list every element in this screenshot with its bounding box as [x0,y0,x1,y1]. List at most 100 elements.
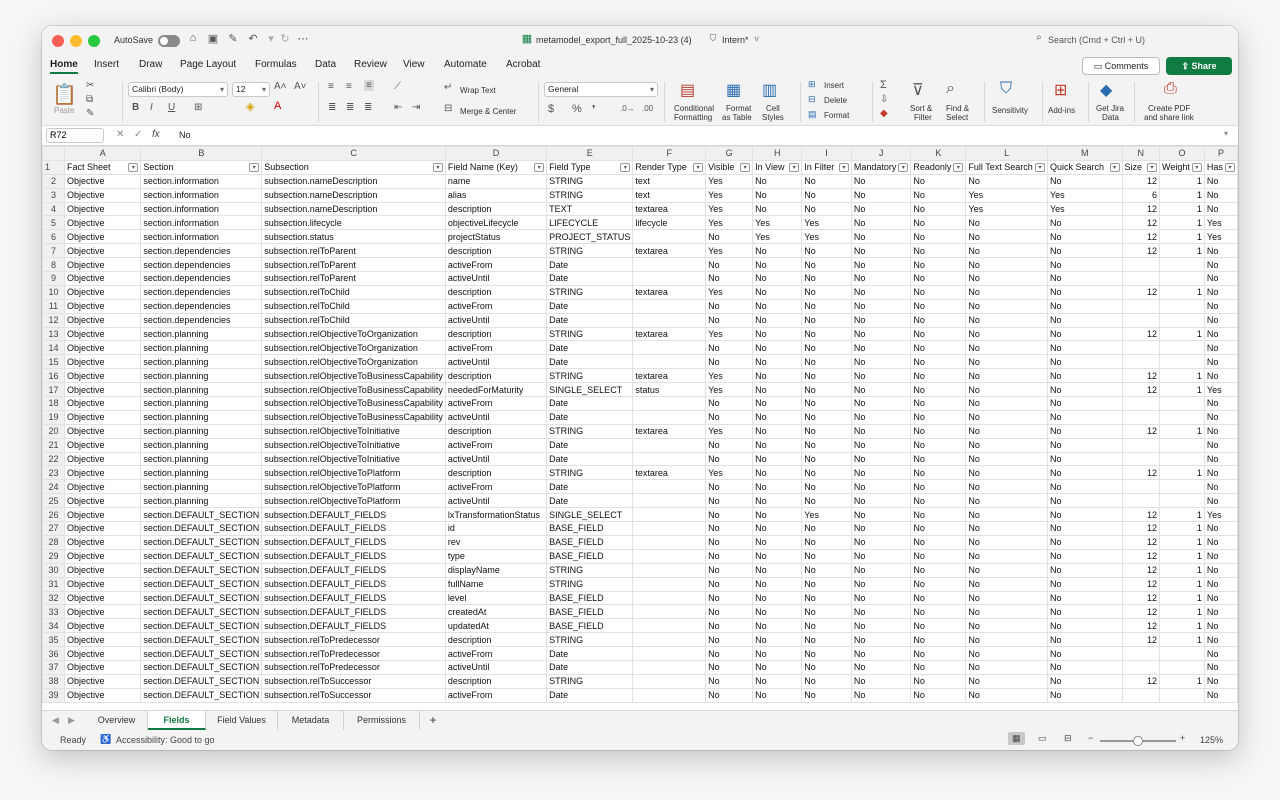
cell[interactable]: No [965,215,1048,231]
header-cell[interactable]: Size ▾ [1121,159,1161,175]
cell[interactable]: 1 [1159,507,1205,523]
cell[interactable] [1159,687,1205,703]
cell[interactable]: activeFrom [444,340,548,356]
row-header[interactable]: 33 [42,604,66,620]
cell[interactable]: textarea [632,465,707,481]
cell[interactable]: Date [546,479,634,495]
cell[interactable]: No [752,312,803,328]
merge-center-button[interactable]: Merge & Center [460,107,516,116]
cell[interactable]: section.planning [140,465,263,481]
cell[interactable]: No [1203,562,1238,578]
accessibility-status[interactable]: Accessibility: Good to go [116,735,215,745]
cell[interactable] [1121,340,1161,356]
cell[interactable] [1121,409,1161,425]
chevron-down-icon[interactable]: ˅ [754,34,759,44]
cell[interactable]: subsection.relObjectiveToPlatform [261,465,446,481]
percent-icon[interactable]: % [572,103,582,115]
conditional-formatting-icon[interactable]: ▤ [680,80,695,100]
cell[interactable] [1159,271,1205,286]
row-header[interactable]: 13 [42,326,66,342]
cell[interactable]: Yes [1203,507,1238,523]
column-header[interactable]: G [705,146,754,161]
undo-icon[interactable]: ↶ [246,32,260,45]
cell[interactable]: No [1046,229,1123,245]
cell[interactable]: No [910,590,967,606]
comma-style-icon[interactable]: ❜ [592,103,596,116]
cell[interactable]: No [910,646,967,661]
cell[interactable]: No [1046,312,1123,328]
cell[interactable]: alias [444,187,548,203]
cell[interactable]: BASE_FIELD [546,590,634,606]
cell[interactable]: section.DEFAULT_SECTION [140,618,263,634]
cell[interactable]: subsection.relToParent [261,271,446,286]
filter-dropdown-icon[interactable]: ▾ [1034,162,1045,172]
cell[interactable] [632,618,707,634]
cell[interactable]: No [850,479,912,495]
cell[interactable]: No [1046,423,1123,439]
cell[interactable]: No [801,632,852,648]
cell[interactable]: Date [546,396,634,411]
cell[interactable]: No [965,548,1048,564]
cell[interactable]: No [850,187,912,203]
cell[interactable]: textarea [632,326,707,342]
cell[interactable]: subsection.relObjectiveToInitiative [261,451,446,467]
cell[interactable]: Objective [64,423,142,439]
cell[interactable]: No [1046,284,1123,300]
cell[interactable]: No [1203,437,1238,453]
cell[interactable]: Yes [1203,215,1238,231]
cell[interactable]: No [850,298,912,314]
cell[interactable]: No [705,659,754,675]
cell[interactable]: section.planning [140,382,263,398]
sheet-tab-field-values[interactable]: Field Values [206,711,278,730]
cell[interactable] [632,521,707,536]
cell[interactable]: section.DEFAULT_SECTION [140,507,263,523]
cell[interactable]: BASE_FIELD [546,521,634,536]
fill-icon[interactable]: ⇩ [880,94,888,105]
cell[interactable] [1121,437,1161,453]
cell[interactable]: No [965,646,1048,661]
cell[interactable]: subsection.DEFAULT_FIELDS [261,618,446,634]
cell[interactable]: section.planning [140,396,263,411]
cell[interactable] [1159,340,1205,356]
row-header[interactable]: 24 [42,479,66,495]
cell[interactable]: Objective [64,562,142,578]
cell[interactable]: lifecycle [632,215,707,231]
row-header[interactable]: 26 [42,507,66,523]
format-table-icon[interactable]: ▦ [726,80,741,100]
header-cell[interactable]: Readonly ▾ [910,159,967,175]
cell[interactable]: Objective [64,673,142,689]
cell[interactable]: No [910,534,967,550]
decrease-decimal-icon[interactable]: .00 [642,104,653,113]
cell[interactable]: No [965,173,1048,189]
row-header[interactable]: 7 [42,243,66,259]
cell[interactable] [1159,479,1205,495]
header-cell[interactable]: Weight ▾ [1159,159,1205,175]
cell[interactable]: 12 [1121,229,1161,245]
column-header[interactable]: M [1046,146,1123,161]
cell[interactable]: No [801,493,852,509]
cell[interactable]: Objective [64,521,142,536]
cell[interactable]: STRING [546,187,634,203]
cell[interactable]: 12 [1121,465,1161,481]
align-middle-icon[interactable]: ≡ [346,81,352,92]
indent-decrease-icon[interactable]: ⇤ [394,102,402,113]
cell[interactable]: No [801,548,852,564]
cell[interactable]: No [1203,173,1238,189]
cell[interactable] [632,632,707,648]
cell[interactable] [632,659,707,675]
sheet-tab-overview[interactable]: Overview [86,711,148,730]
cell[interactable] [632,673,707,689]
cell[interactable]: No [965,590,1048,606]
cell[interactable]: No [1203,632,1238,648]
cell[interactable]: Date [546,451,634,467]
cell[interactable] [632,257,707,273]
cell[interactable]: 1 [1159,465,1205,481]
cell[interactable]: No [752,243,803,259]
cell[interactable]: text [632,173,707,189]
cell[interactable]: SINGLE_SELECT [546,507,634,523]
cell[interactable]: No [705,437,754,453]
cell[interactable]: No [850,687,912,703]
cell[interactable]: subsection.relObjectiveToOrganization [261,326,446,342]
cell[interactable]: description [444,632,548,648]
cell[interactable]: Date [546,298,634,314]
